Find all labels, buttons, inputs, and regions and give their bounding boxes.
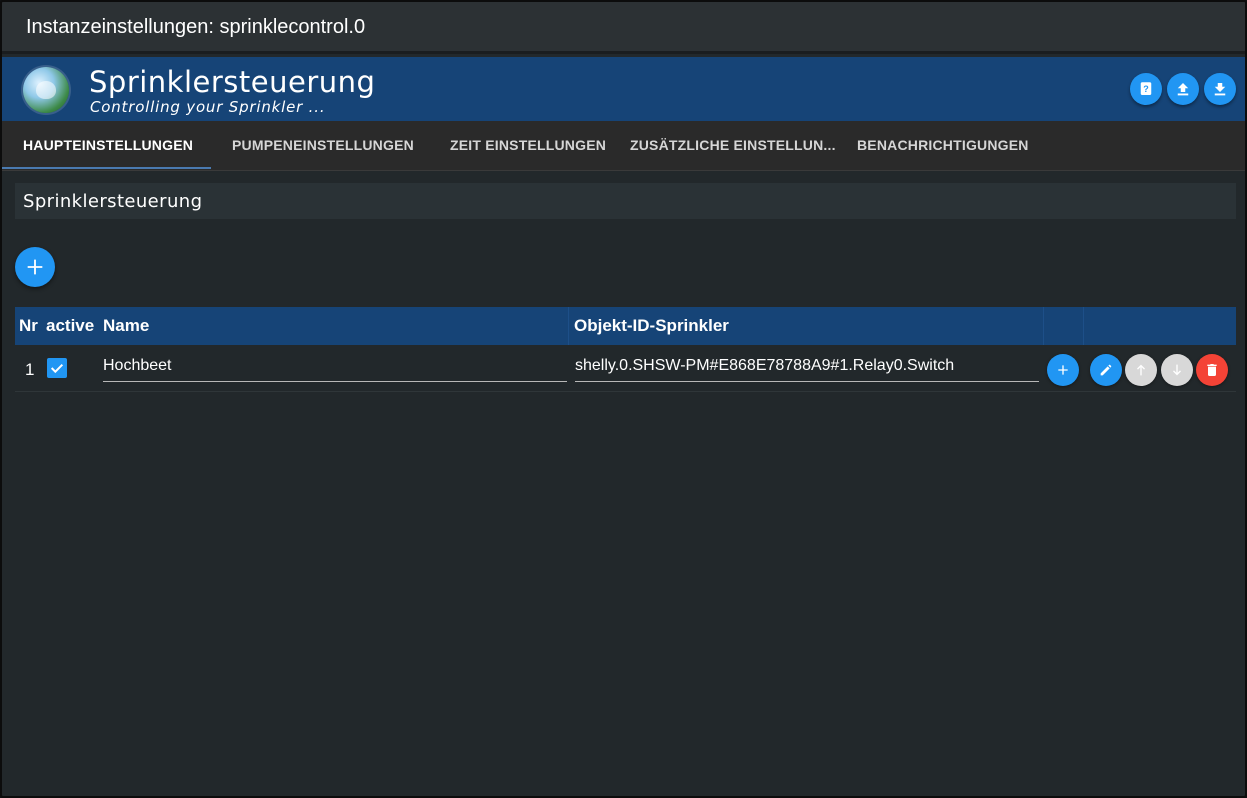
plus-icon <box>1058 365 1068 375</box>
adapter-header: Sprinklersteuerung Controlling your Spri… <box>2 57 1245 121</box>
column-header-nr: Nr <box>19 316 38 335</box>
add-sprinkler-button[interactable] <box>15 247 55 287</box>
move-up-button[interactable] <box>1125 354 1157 386</box>
settings-tabs: HAUPTEINSTELLUNGEN PUMPENEINSTELLUNGEN Z… <box>2 121 1245 171</box>
select-object-id-button[interactable] <box>1047 354 1079 386</box>
object-id-field[interactable]: shelly.0.SHSW-PM#E868E78788A9#1.Relay0.S… <box>575 354 1039 382</box>
table-row: 1 Hochbeet shelly.0.SHSW-PM#E868E78788A9… <box>15 346 1236 392</box>
section-header: Sprinklersteuerung <box>15 183 1236 219</box>
checkmark-icon <box>50 363 64 374</box>
column-divider <box>1043 307 1044 345</box>
tab-zusaetzliche-einstellungen[interactable]: ZUSÄTZLICHE EINSTELLUN... <box>630 121 836 169</box>
tab-haupteinstellungen[interactable]: HAUPTEINSTELLUNGEN <box>23 121 193 169</box>
name-field[interactable]: Hochbeet <box>103 354 567 382</box>
upload-icon <box>1177 83 1189 96</box>
download-settings-button[interactable] <box>1204 73 1236 105</box>
column-divider <box>1083 307 1084 345</box>
arrow-up-icon <box>1137 364 1145 376</box>
table-header: Nr active Name Objekt-ID-Sprinkler <box>15 307 1236 345</box>
column-header-name: Name <box>103 316 150 335</box>
row-number: 1 <box>25 360 35 379</box>
adapter-subtitle: Controlling your Sprinkler ... <box>90 98 326 116</box>
svg-text:?: ? <box>1143 84 1149 94</box>
move-down-button[interactable] <box>1161 354 1193 386</box>
edit-row-button[interactable] <box>1090 354 1122 386</box>
delete-row-button[interactable] <box>1196 354 1228 386</box>
window-title: Instanzeinstellungen: sprinklecontrol.0 <box>26 16 366 38</box>
active-tab-indicator <box>2 167 211 169</box>
window-titlebar: Instanzeinstellungen: sprinklecontrol.0 <box>2 2 1245 54</box>
help-icon: ? <box>1140 82 1152 95</box>
upload-settings-button[interactable] <box>1167 73 1199 105</box>
tab-zeit-einstellungen[interactable]: ZEIT EINSTELLUNGEN <box>450 121 606 169</box>
sprinkler-logo-icon <box>23 67 69 113</box>
tab-pumpeneinstellungen[interactable]: PUMPENEINSTELLUNGEN <box>232 121 414 169</box>
column-header-active: active <box>46 316 95 335</box>
pencil-icon <box>1100 364 1112 376</box>
adapter-title: Sprinklersteuerung <box>89 65 376 99</box>
plus-icon <box>27 259 43 275</box>
help-button[interactable]: ? <box>1130 73 1162 105</box>
column-header-object-id: Objekt-ID-Sprinkler <box>574 316 729 335</box>
instance-settings-window: Instanzeinstellungen: sprinklecontrol.0 … <box>0 0 1247 798</box>
column-divider <box>568 307 569 345</box>
section-title: Sprinklersteuerung <box>23 191 203 212</box>
arrow-down-icon <box>1173 364 1181 376</box>
trash-icon <box>1207 364 1217 376</box>
download-icon <box>1214 83 1226 96</box>
active-checkbox[interactable] <box>47 358 67 378</box>
tab-benachrichtigungen[interactable]: BENACHRICHTIGUNGEN <box>857 121 1029 169</box>
